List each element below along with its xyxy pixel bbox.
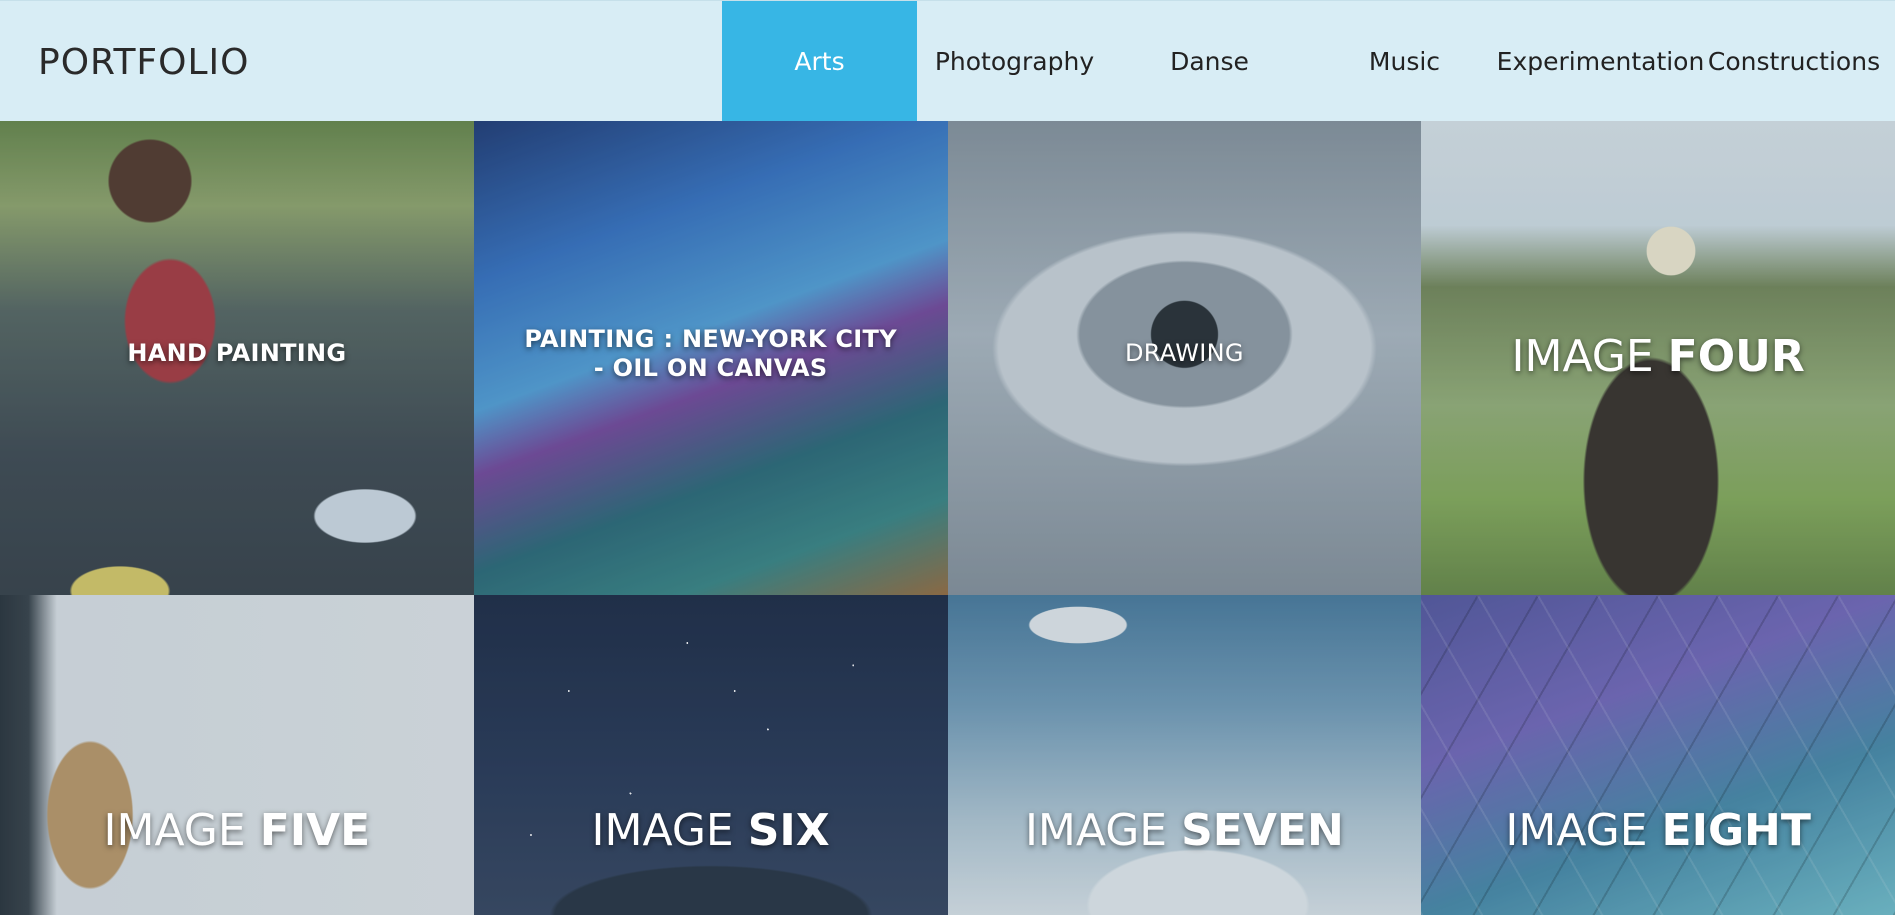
- tile-caption-bold: FOUR: [1667, 331, 1805, 382]
- portfolio-gallery-grid: HAND PAINTING PAINTING : NEW-YORK CITY -…: [0, 121, 1895, 915]
- image-overlay: [947, 595, 1422, 915]
- tile-caption: HAND PAINTING: [127, 339, 347, 367]
- site-logo-text[interactable]: PORTFOLIO: [38, 39, 249, 87]
- gallery-tile-image-four[interactable]: IMAGE FOUR: [1421, 121, 1895, 595]
- tile-caption: PAINTING : NEW-YORK CITY - OIL ON CANVAS: [474, 325, 948, 383]
- tile-caption-line-2: - OIL ON CANVAS: [593, 354, 828, 382]
- tile-caption-light: IMAGE: [1505, 805, 1648, 856]
- gallery-tile-image-eight[interactable]: IMAGE EIGHT: [1421, 595, 1895, 915]
- gallery-tile-image-seven[interactable]: IMAGE SEVEN: [947, 595, 1422, 915]
- tile-caption-light: IMAGE: [103, 805, 246, 856]
- nav-tab-danse[interactable]: Danse: [1112, 1, 1307, 122]
- tile-caption: IMAGE FIVE: [0, 805, 474, 856]
- gallery-tile-image-five[interactable]: IMAGE FIVE: [0, 595, 474, 915]
- tile-caption-light: IMAGE: [1511, 331, 1654, 382]
- tile-caption: IMAGE FOUR: [1421, 331, 1895, 382]
- tile-caption: DRAWING: [1125, 339, 1244, 367]
- gallery-tile-drawing[interactable]: DRAWING: [947, 121, 1422, 595]
- tile-caption-bold: SIX: [747, 805, 830, 856]
- image-overlay: [0, 595, 474, 915]
- nav-tab-arts[interactable]: Arts: [722, 1, 917, 122]
- tile-caption-line-1: PAINTING : NEW-YORK CITY: [524, 325, 897, 353]
- nav-tab-constructions[interactable]: Constructions: [1699, 1, 1889, 122]
- nav-tab-music[interactable]: Music: [1307, 1, 1502, 122]
- tile-caption: IMAGE EIGHT: [1421, 805, 1895, 856]
- top-navigation-bar: PORTFOLIO Arts Photography Danse Music E…: [0, 0, 1895, 122]
- tile-caption-light: IMAGE: [1024, 805, 1168, 856]
- tile-caption: IMAGE SEVEN: [948, 805, 1422, 856]
- image-overlay: [473, 595, 948, 915]
- image-overlay: [1421, 595, 1895, 915]
- tile-caption-bold: FIVE: [259, 805, 371, 856]
- nav-tab-experimentation[interactable]: Experimentation: [1497, 1, 1705, 122]
- tile-caption: IMAGE SIX: [474, 805, 948, 856]
- nav-tab-photography[interactable]: Photography: [917, 1, 1112, 122]
- gallery-image: [473, 595, 948, 915]
- tile-caption-bold: SEVEN: [1181, 805, 1344, 856]
- gallery-tile-hand-painting[interactable]: HAND PAINTING: [0, 121, 474, 595]
- tile-caption-light: IMAGE: [591, 805, 734, 856]
- main-nav: Arts Photography Danse Music Experimenta…: [722, 1, 1889, 122]
- tile-caption-bold: EIGHT: [1661, 805, 1811, 856]
- gallery-tile-image-six[interactable]: IMAGE SIX: [473, 595, 948, 915]
- gallery-tile-painting-nyc[interactable]: PAINTING : NEW-YORK CITY - OIL ON CANVAS: [473, 121, 948, 595]
